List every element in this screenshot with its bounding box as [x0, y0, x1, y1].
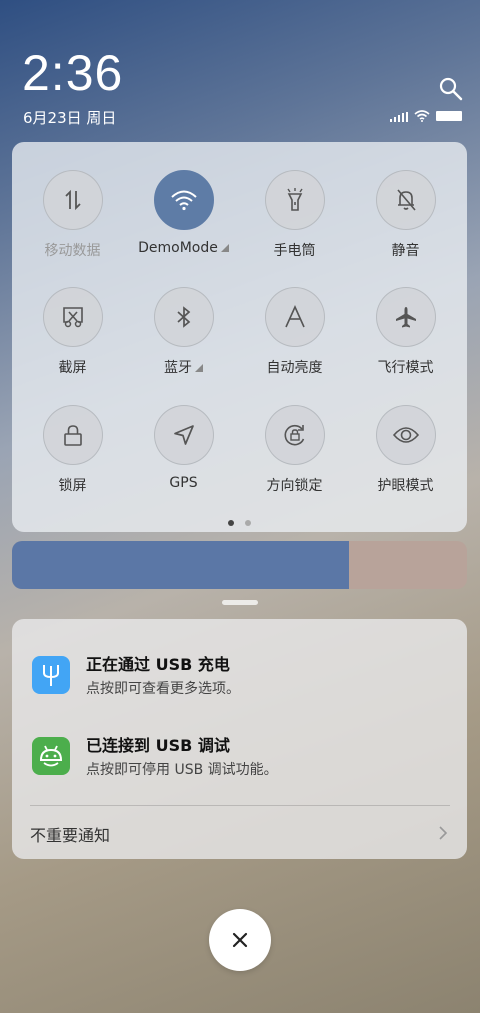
notification-usb-charging[interactable]: 正在通过 USB 充电 点按即可查看更多选项。	[32, 651, 452, 701]
usb-icon	[32, 656, 70, 694]
tile-wifi[interactable]: DemoMode	[128, 170, 239, 256]
drag-handle[interactable]	[222, 600, 258, 605]
tile-lock-screen[interactable]: 锁屏	[17, 405, 128, 495]
notification-title: 已连接到 USB 调试	[86, 736, 230, 755]
notification-subtitle: 点按即可查看更多选项。	[86, 681, 240, 697]
brightness-slider[interactable]	[12, 541, 467, 589]
tile-screenshot[interactable]: 截屏	[17, 287, 128, 377]
eye-icon	[375, 405, 436, 465]
battery-icon	[436, 111, 462, 121]
screenshot-icon	[42, 287, 103, 347]
gps-icon	[153, 405, 214, 465]
unimportant-notifications-link[interactable]: 不重要通知	[30, 822, 110, 846]
tile-label: 锁屏	[58, 478, 87, 494]
wifi-icon	[414, 107, 430, 126]
notification-usb-debugging[interactable]: 已连接到 USB 调试 点按即可停用 USB 调试功能。	[32, 732, 452, 782]
tile-eye-care[interactable]: 护眼模式	[350, 405, 461, 495]
tile-label: GPS	[169, 475, 198, 491]
quick-settings-panel: 移动数据 DemoMode 手电筒 静音 截屏 蓝牙 自动亮度 飞行模式 锁屏 …	[12, 142, 467, 532]
tile-label: 蓝牙	[164, 360, 192, 376]
tile-label: DemoMode	[138, 240, 218, 256]
tile-mute[interactable]: 静音	[350, 170, 461, 260]
tile-flashlight[interactable]: 手电筒	[239, 170, 350, 260]
date: 6月23日 周日	[23, 109, 117, 127]
tile-label: 移动数据	[44, 243, 101, 259]
page-dot-active[interactable]	[228, 520, 234, 526]
clear-all-button[interactable]	[209, 909, 271, 971]
tile-auto-brightness[interactable]: 自动亮度	[239, 287, 350, 377]
status-bar: 2:36 6月23日 周日	[0, 0, 480, 140]
tile-mobile-data[interactable]: 移动数据	[17, 170, 128, 260]
tile-label: 手电筒	[273, 243, 316, 259]
mobile-data-icon	[42, 170, 103, 230]
tile-label: 护眼模式	[377, 478, 434, 494]
tile-label: 飞行模式	[377, 360, 434, 376]
expand-triangle-icon[interactable]	[220, 244, 229, 252]
android-icon	[32, 737, 70, 775]
wifi-icon	[153, 170, 214, 230]
notification-title: 正在通过 USB 充电	[86, 655, 230, 674]
notification-panel: 正在通过 USB 充电 点按即可查看更多选项。 已连接到 USB 调试 点按即可…	[12, 619, 467, 859]
tile-label: 静音	[391, 243, 420, 259]
tile-label: 方向锁定	[266, 478, 323, 494]
expand-triangle-icon[interactable]	[195, 364, 203, 372]
tile-label: 自动亮度	[266, 360, 323, 376]
flashlight-icon	[264, 170, 325, 230]
divider	[30, 805, 450, 806]
notification-subtitle: 点按即可停用 USB 调试功能。	[86, 762, 278, 778]
page-dot[interactable]	[245, 520, 251, 526]
tile-bluetooth[interactable]: 蓝牙	[128, 287, 239, 377]
tile-rotation-lock[interactable]: 方向锁定	[239, 405, 350, 495]
tile-gps[interactable]: GPS	[128, 405, 239, 491]
brightness-slider-fill	[12, 541, 349, 589]
close-icon	[232, 932, 248, 948]
bluetooth-icon	[153, 287, 214, 347]
lock-icon	[42, 405, 103, 465]
mute-bell-icon	[375, 170, 436, 230]
tile-airplane[interactable]: 飞行模式	[350, 287, 461, 377]
airplane-icon	[375, 287, 436, 347]
auto-brightness-icon	[264, 287, 325, 347]
chevron-right-icon[interactable]	[438, 825, 448, 845]
rotation-lock-icon	[264, 405, 325, 465]
signal-icon	[390, 107, 408, 126]
tile-label: 截屏	[58, 360, 87, 376]
page-indicator	[228, 520, 251, 526]
search-icon[interactable]	[438, 76, 464, 102]
system-icons	[390, 108, 462, 124]
clock: 2:36	[22, 45, 124, 101]
